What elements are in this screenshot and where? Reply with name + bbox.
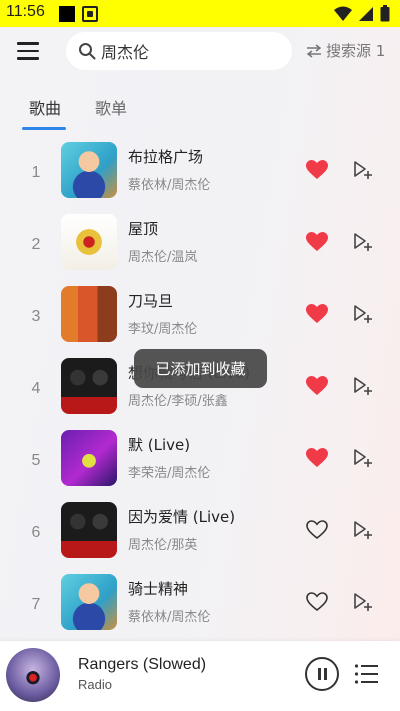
song-title: 屋顶	[128, 220, 159, 238]
song-artist: 周杰伦/那英	[128, 538, 198, 553]
song-index: 1	[31, 164, 41, 181]
song-row[interactable]: 5 默 (Live) 李荣浩/周杰伦	[0, 430, 400, 502]
song-row[interactable]: 3 刀马旦李玟/周杰伦	[0, 286, 400, 358]
song-title: 布拉格广场	[128, 148, 204, 166]
add-to-queue-icon[interactable]	[350, 374, 374, 398]
search-source-button[interactable]: 搜索源 1	[306, 40, 385, 61]
battery-icon	[380, 5, 390, 22]
song-index: 2	[31, 236, 41, 253]
album-cover	[61, 214, 117, 270]
song-artist: 蔡依林/周杰伦	[128, 178, 211, 193]
album-cover	[61, 502, 117, 558]
album-cover	[61, 286, 117, 342]
song-index: 7	[31, 596, 41, 613]
song-title: 因为爱情 (Live)	[128, 508, 236, 526]
album-cover	[61, 142, 117, 198]
song-artist: 李荣浩/周杰伦	[128, 466, 211, 481]
hamburger-icon	[17, 42, 39, 45]
heart-outline-icon[interactable]	[305, 590, 329, 614]
heart-filled-icon[interactable]	[305, 302, 329, 326]
tab-songs[interactable]: 歌曲	[29, 95, 61, 119]
add-to-queue-icon[interactable]	[350, 590, 374, 614]
player-album-art[interactable]	[6, 648, 60, 702]
add-to-queue-icon[interactable]	[350, 230, 374, 254]
playlist-queue-icon[interactable]	[354, 663, 378, 685]
notification-icon	[59, 6, 75, 22]
album-cover	[61, 574, 117, 630]
search-icon	[79, 43, 96, 60]
song-index: 4	[31, 380, 41, 397]
pause-button[interactable]	[305, 657, 339, 691]
add-to-queue-icon[interactable]	[350, 158, 374, 182]
song-row[interactable]: 2 屋顶周杰伦/温岚	[0, 214, 400, 286]
song-index: 5	[31, 452, 41, 469]
song-artist: 蔡依林/周杰伦	[128, 610, 211, 625]
song-artist: 周杰伦/李硕/张鑫	[128, 394, 228, 409]
album-cover	[61, 430, 117, 486]
heart-filled-icon[interactable]	[305, 230, 329, 254]
toast-message: 已添加到收藏	[134, 349, 267, 388]
status-time: 11:56	[6, 3, 45, 20]
add-to-queue-icon[interactable]	[350, 302, 374, 326]
song-row[interactable]: 1 布拉格广场蔡依林/周杰伦	[0, 142, 400, 214]
app-notification-icon	[82, 6, 98, 22]
heart-filled-icon[interactable]	[305, 158, 329, 182]
swap-icon	[306, 43, 322, 58]
signal-icon	[359, 6, 373, 21]
song-index: 3	[31, 308, 41, 325]
heart-filled-icon[interactable]	[305, 374, 329, 398]
song-index: 6	[31, 524, 41, 541]
heart-outline-icon[interactable]	[305, 518, 329, 542]
song-title: 骑士精神	[128, 580, 189, 598]
tab-playlists[interactable]: 歌单	[95, 95, 127, 119]
add-to-queue-icon[interactable]	[350, 518, 374, 542]
status-icons	[334, 5, 390, 22]
song-artist: 李玟/周杰伦	[128, 322, 198, 337]
mini-player[interactable]: Rangers (Slowed) Radio	[0, 641, 400, 711]
album-cover	[61, 358, 117, 414]
search-input[interactable]	[101, 38, 281, 64]
wifi-icon	[334, 6, 352, 21]
add-to-queue-icon[interactable]	[350, 446, 374, 470]
song-title: 默 (Live)	[128, 436, 191, 454]
player-song-subtitle: Radio	[78, 677, 112, 692]
song-row[interactable]: 6 因为爱情 (Live) 周杰伦/那英	[0, 502, 400, 574]
menu-button[interactable]	[17, 42, 39, 62]
song-row[interactable]: 7 骑士精神蔡依林/周杰伦	[0, 574, 400, 646]
heart-filled-icon[interactable]	[305, 446, 329, 470]
song-artist: 周杰伦/温岚	[128, 250, 198, 265]
search-box[interactable]	[66, 32, 292, 70]
search-source-label: 搜索源 1	[326, 42, 386, 60]
status-bar: 11:56	[0, 0, 400, 27]
song-title: 刀马旦	[128, 292, 174, 310]
player-song-title: Rangers (Slowed)	[78, 656, 207, 673]
tab-active-indicator	[22, 127, 66, 130]
